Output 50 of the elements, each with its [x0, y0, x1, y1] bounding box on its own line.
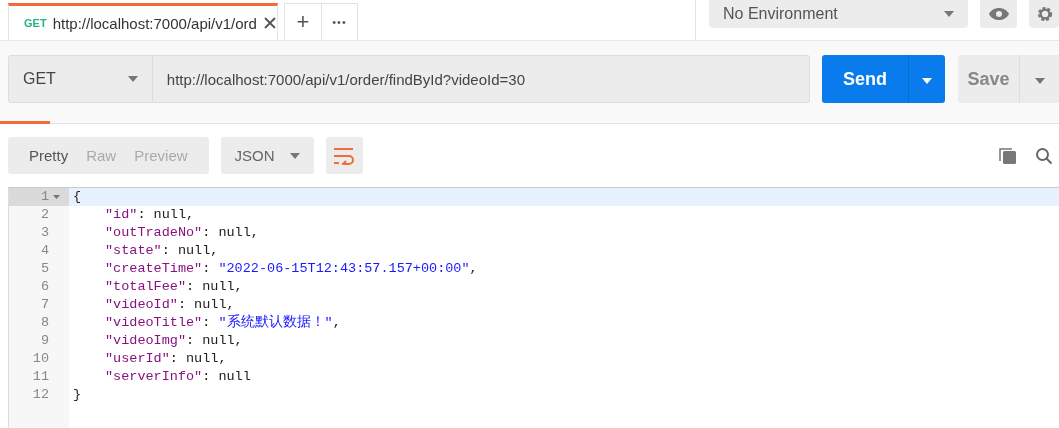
- wrap-icon: [333, 146, 356, 165]
- wrap-button[interactable]: [325, 137, 363, 174]
- line-number: 1: [40, 188, 49, 206]
- line-number: 7: [40, 296, 49, 314]
- code-line: "id": null,: [104, 206, 195, 224]
- settings-icon: [1037, 5, 1053, 23]
- url-field[interactable]: http://localhost:7000/api/v1/order/findById?videoId=30: [152, 55, 810, 103]
- caret-icon: [289, 152, 300, 159]
- send-options-button[interactable]: [908, 55, 945, 103]
- fold-caret-icon[interactable]: [53, 195, 60, 199]
- code-line: {: [72, 188, 82, 206]
- search-icon[interactable]: [1035, 146, 1053, 165]
- line-number: 3: [40, 224, 49, 242]
- line-number: 5: [40, 260, 49, 278]
- line-number: 8: [40, 314, 49, 332]
- eye-icon: [988, 8, 1009, 20]
- line-number: 11: [32, 368, 49, 386]
- copy-icon[interactable]: [999, 146, 1017, 165]
- format-dropdown[interactable]: JSON: [220, 137, 314, 174]
- tab-indicator: [0, 121, 50, 124]
- request-tab[interactable]: GET http://localhost:7000/api/v1/ord: [8, 3, 278, 40]
- line-number: 10: [32, 350, 49, 368]
- send-button[interactable]: Send: [822, 55, 908, 103]
- code-line: "videoImg": null,: [104, 332, 243, 350]
- line-number: 9: [40, 332, 49, 350]
- code-line: "serverInfo": null: [104, 368, 251, 386]
- code-line: "createTime": "2022-06-15T12:43:57.157+00:00",: [104, 260, 478, 278]
- code-line: "videoId": null,: [104, 296, 235, 314]
- environment-dropdown[interactable]: No Environment: [709, 0, 968, 28]
- code-line: }: [72, 386, 82, 404]
- settings-button[interactable]: [1029, 0, 1059, 28]
- eye-button[interactable]: [980, 0, 1017, 28]
- line-number: 2: [40, 206, 49, 224]
- code-line: "totalFee": null,: [104, 278, 243, 296]
- close-icon[interactable]: [262, 16, 277, 30]
- method-label: GET: [24, 17, 47, 29]
- caret-icon: [127, 76, 138, 82]
- line-number: 12: [32, 386, 49, 404]
- code-line: "outTradeNo": null,: [104, 224, 259, 242]
- method-dropdown[interactable]: GET: [8, 55, 153, 103]
- caret-icon: [944, 11, 954, 17]
- caret-icon: [1034, 77, 1045, 84]
- line-number: 6: [40, 278, 49, 296]
- code-line: "state": null,: [104, 242, 219, 260]
- view-tab[interactable]: Pretty: [20, 137, 78, 174]
- code-line: "userId": null,: [104, 350, 227, 368]
- caret-icon: [922, 77, 932, 84]
- code-line: "videoTitle": "系统默认数据！",: [104, 314, 341, 332]
- line-number: 4: [40, 242, 49, 260]
- tab-title: http://localhost:7000/api/v1/ord: [52, 14, 257, 32]
